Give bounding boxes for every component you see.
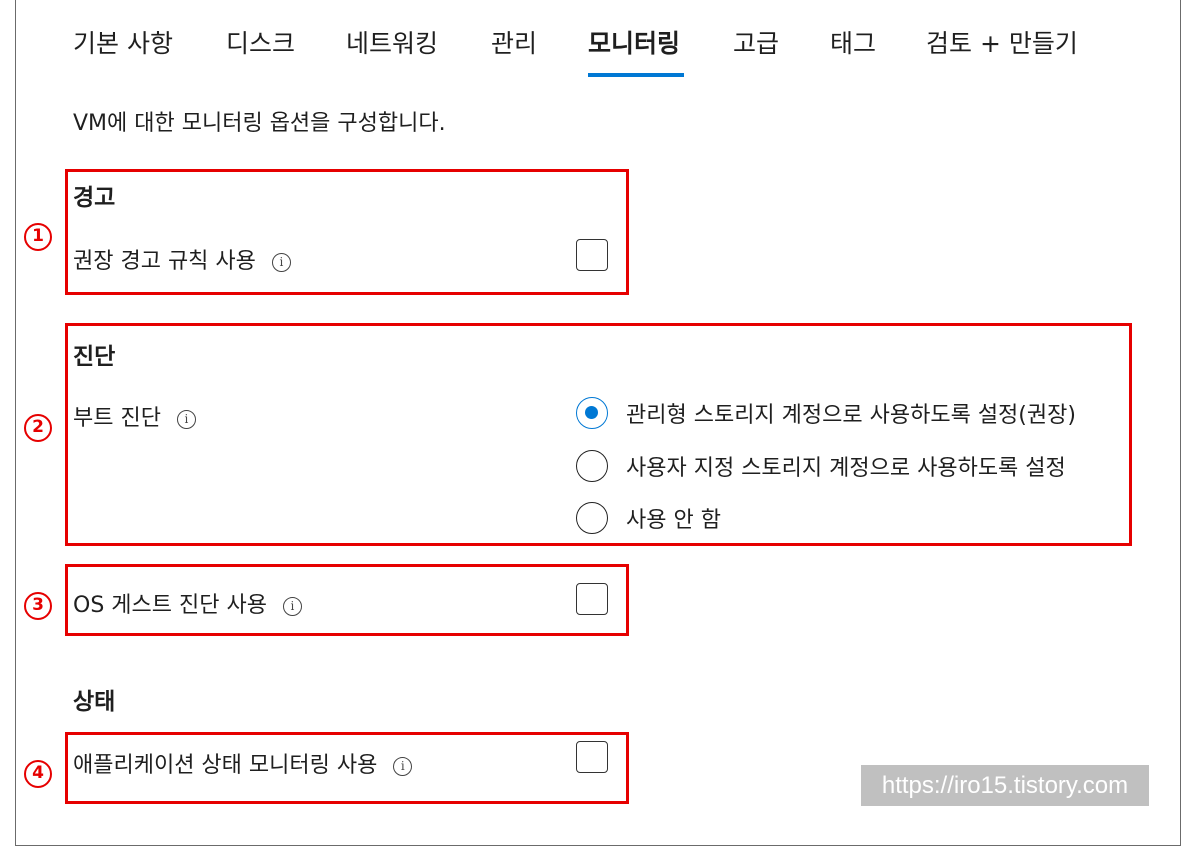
annotation-marker-4: 4 <box>24 760 52 788</box>
tab-review-create[interactable]: 검토 + 만들기 <box>926 26 1078 62</box>
tab-networking[interactable]: 네트워킹 <box>346 26 438 62</box>
tab-disks[interactable]: 디스크 <box>226 26 295 62</box>
tab-basics[interactable]: 기본 사항 <box>73 26 173 62</box>
tab-monitoring[interactable]: 모니터링 <box>588 26 680 62</box>
health-section-title: 상태 <box>73 689 116 715</box>
tab-advanced[interactable]: 고급 <box>733 26 779 62</box>
page-description: VM에 대한 모니터링 옵션을 구성합니다. <box>73 111 446 136</box>
tab-management[interactable]: 관리 <box>491 26 537 62</box>
watermark: https://iro15.tistory.com <box>861 765 1149 806</box>
annotation-box-3 <box>65 564 629 636</box>
annotation-box-1 <box>65 169 629 295</box>
annotation-marker-2: 2 <box>24 414 52 442</box>
annotation-marker-1: 1 <box>24 223 52 251</box>
annotation-marker-3: 3 <box>24 592 52 620</box>
annotation-box-4 <box>65 732 629 804</box>
tab-tags[interactable]: 태그 <box>830 26 876 62</box>
active-tab-indicator <box>588 73 684 77</box>
annotation-box-2 <box>65 323 1132 546</box>
